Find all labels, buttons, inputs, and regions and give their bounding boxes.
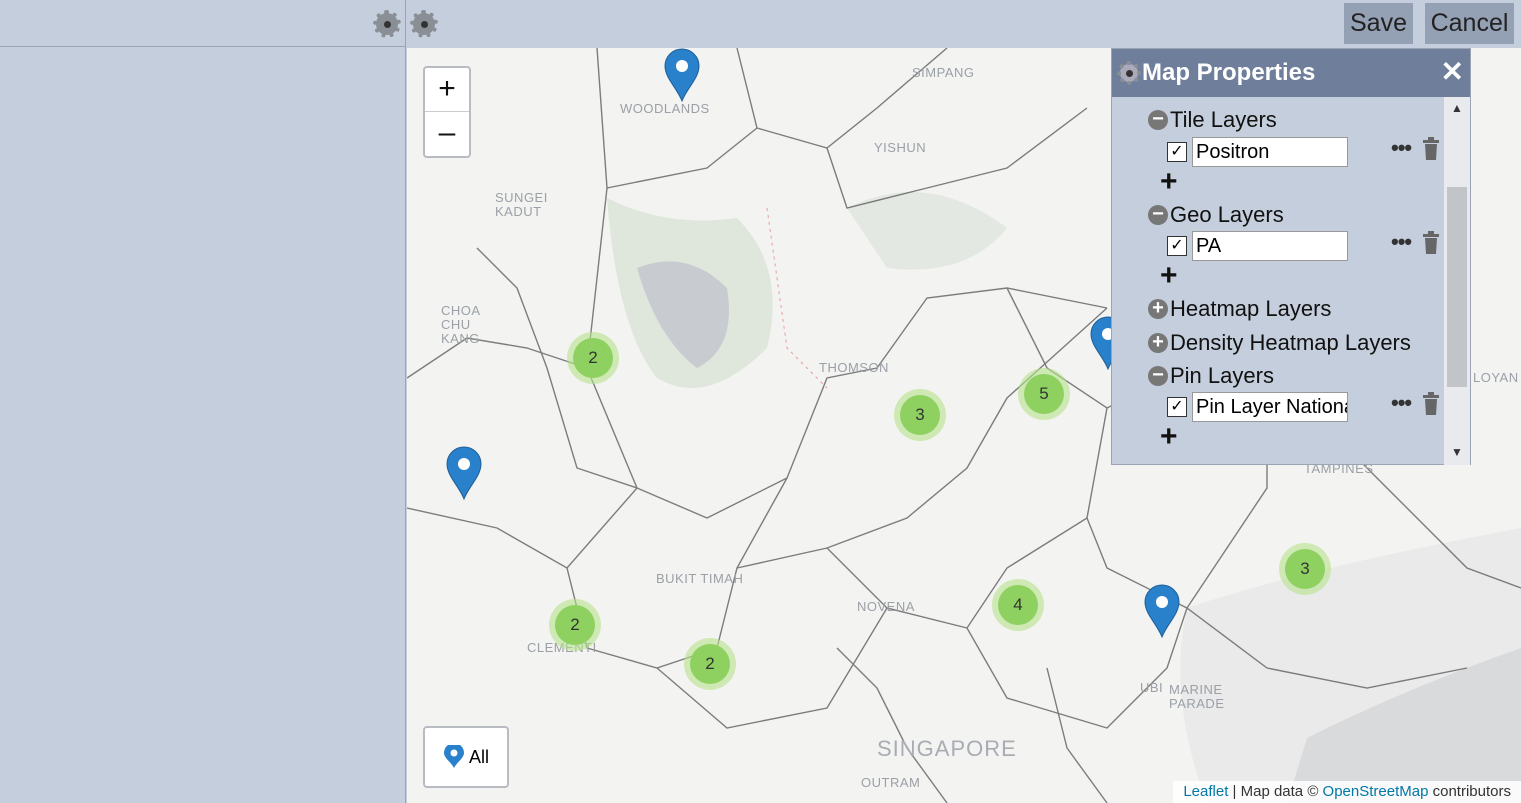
map-label: NOVENA: [857, 599, 915, 614]
map-label: UBI: [1140, 680, 1164, 695]
map-label: BUKIT TIMAH: [656, 571, 744, 586]
map-label: OUTRAM: [861, 775, 921, 790]
top-toolbar: Save Cancel: [407, 0, 1521, 48]
trash-icon[interactable]: [1422, 392, 1440, 416]
gear-icon[interactable]: [410, 10, 438, 38]
map-label: YISHUN: [874, 140, 927, 155]
collapse-icon[interactable]: −: [1148, 365, 1168, 386]
osm-link[interactable]: OpenStreetMap: [1323, 783, 1429, 800]
expand-icon[interactable]: +: [1148, 332, 1168, 353]
cluster-marker[interactable]: 5: [1018, 368, 1070, 420]
section-label: Geo Layers: [1170, 202, 1284, 227]
panel-header[interactable]: Map Properties ✕: [1112, 49, 1470, 97]
left-pane: [0, 0, 406, 803]
layer-name-input[interactable]: PA: [1192, 231, 1348, 261]
section-geo-layers[interactable]: − Geo Layers: [1148, 202, 1284, 228]
map-label: SIMPANG: [912, 65, 975, 80]
cluster-count: 3: [900, 395, 940, 435]
map-properties-panel: Map Properties ✕ − Tile Layers ✓ Positron …: [1111, 48, 1471, 465]
section-label: Heatmap Layers: [1170, 296, 1332, 321]
scrollbar-thumb[interactable]: [1447, 187, 1467, 387]
expand-icon[interactable]: +: [1148, 298, 1168, 319]
zoom-control: + –: [423, 66, 471, 158]
zoom-out-button[interactable]: –: [425, 112, 469, 156]
scroll-up-icon[interactable]: ▲: [1451, 101, 1463, 115]
section-pin-layers[interactable]: − Pin Layers: [1148, 363, 1274, 389]
close-icon[interactable]: ✕: [1441, 55, 1464, 88]
cancel-button[interactable]: Cancel: [1425, 3, 1514, 44]
cluster-marker[interactable]: 4: [992, 579, 1044, 631]
collapse-icon[interactable]: −: [1148, 109, 1168, 130]
cluster-count: 5: [1024, 374, 1064, 414]
cluster-marker[interactable]: 2: [549, 599, 601, 651]
layer-row: ✓ Pin Layer National: [1167, 392, 1348, 422]
collapse-icon[interactable]: −: [1148, 204, 1168, 225]
layer-filter-button[interactable]: All: [423, 726, 509, 788]
add-layer-button[interactable]: +: [1160, 165, 1178, 199]
section-tile-layers[interactable]: − Tile Layers: [1148, 107, 1277, 133]
map-attribution: Leaflet | Map data © OpenStreetMap contr…: [1173, 781, 1521, 803]
leaflet-link[interactable]: Leaflet: [1183, 783, 1228, 800]
save-button[interactable]: Save: [1344, 3, 1413, 44]
layer-checkbox[interactable]: ✓: [1167, 236, 1187, 256]
map-label: SINGAPORE: [877, 736, 1017, 761]
cluster-count: 2: [573, 338, 613, 378]
trash-icon[interactable]: [1422, 137, 1440, 161]
section-label: Tile Layers: [1170, 107, 1277, 132]
left-pane-header: [0, 0, 406, 47]
cluster-count: 3: [1285, 549, 1325, 589]
map-label: CHOA CHU KANG: [441, 303, 480, 346]
map-pin-icon[interactable]: [663, 48, 701, 102]
filter-label: All: [468, 746, 489, 767]
scroll-down-icon[interactable]: ▼: [1451, 445, 1463, 459]
more-icon[interactable]: •••: [1391, 135, 1412, 161]
layer-name-input[interactable]: Pin Layer National: [1192, 392, 1348, 422]
gear-icon: [1117, 61, 1141, 85]
layer-checkbox[interactable]: ✓: [1167, 397, 1187, 417]
more-icon[interactable]: •••: [1391, 390, 1412, 416]
panel-body: − Tile Layers ✓ Positron ••• + − Geo Layers…: [1112, 97, 1444, 465]
cluster-marker[interactable]: 2: [567, 332, 619, 384]
map-label: MARINE PARADE: [1169, 682, 1225, 711]
cluster-marker[interactable]: 2: [684, 638, 736, 690]
cluster-marker[interactable]: 3: [894, 389, 946, 441]
more-icon[interactable]: •••: [1391, 229, 1412, 255]
panel-title: Map Properties: [1142, 59, 1316, 86]
layer-name-input[interactable]: Positron: [1192, 137, 1348, 167]
map-label: WOODLANDS: [620, 101, 710, 116]
cluster-count: 2: [555, 605, 595, 645]
pin-icon: [443, 745, 464, 768]
attribution-text: | Map data ©: [1228, 783, 1323, 800]
gear-icon[interactable]: [373, 10, 401, 38]
section-density-heatmap-layers[interactable]: + Density Heatmap Layers: [1148, 330, 1411, 356]
layer-row: ✓ Positron: [1167, 137, 1348, 167]
add-layer-button[interactable]: +: [1160, 420, 1178, 454]
map-label: SUNGEI KADUT: [495, 190, 548, 219]
map-pin-icon[interactable]: [445, 446, 483, 500]
panel-scrollbar[interactable]: ▲ ▼: [1444, 97, 1470, 465]
map-label: THOMSON: [819, 360, 889, 375]
layer-checkbox[interactable]: ✓: [1167, 142, 1187, 162]
section-label: Pin Layers: [1170, 363, 1274, 388]
section-heatmap-layers[interactable]: + Heatmap Layers: [1148, 296, 1331, 322]
layer-row: ✓ PA: [1167, 231, 1348, 261]
section-label: Density Heatmap Layers: [1170, 330, 1411, 355]
cluster-marker[interactable]: 3: [1279, 543, 1331, 595]
cluster-count: 4: [998, 585, 1038, 625]
cluster-count: 2: [690, 644, 730, 684]
map-label: LOYAN: [1473, 370, 1519, 385]
map-pin-icon[interactable]: [1143, 584, 1181, 638]
zoom-in-button[interactable]: +: [425, 68, 469, 112]
attribution-text: contributors: [1428, 783, 1511, 800]
trash-icon[interactable]: [1422, 231, 1440, 255]
add-layer-button[interactable]: +: [1160, 259, 1178, 293]
